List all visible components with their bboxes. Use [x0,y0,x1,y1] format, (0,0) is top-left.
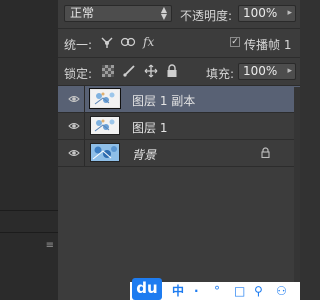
input-lang-icon[interactable]: 中 [172,283,184,299]
layer-divider [84,140,85,166]
layer-name[interactable]: 背景 [132,146,156,163]
unify-style-icon[interactable]: fx [142,34,158,50]
separator [58,28,300,29]
layer-row[interactable]: 图层 1 [58,113,300,140]
blend-mode-select[interactable]: 正常 ▲ ▼ [64,5,172,22]
eye-icon[interactable] [68,148,80,158]
layer-lock-icon [261,147,270,158]
layer-divider [84,113,85,139]
opacity-field[interactable]: 100% ▸ [238,5,296,22]
lock-all-icon[interactable] [166,64,178,78]
select-arrows-icon: ▲ ▼ [160,5,167,21]
half-width-icon[interactable]: ° [214,283,220,299]
panel-grip-icon[interactable]: ≡ [46,240,54,251]
propagate-frame-checkbox[interactable]: ✓ [230,37,240,47]
left-side-panel: ≡ [0,0,59,300]
lock-label: 锁定: [64,67,93,81]
eye-icon[interactable] [68,121,80,131]
opacity-label: 不透明度: [180,9,233,23]
left-divider [0,210,58,211]
blend-mode-value: 正常 [70,6,95,20]
layer-thumbnail [90,116,120,135]
lock-position-icon[interactable] [144,64,158,78]
layer-name[interactable]: 图层 1 副本 [132,92,195,109]
unify-visibility-icon[interactable] [120,35,136,49]
taskbar: du 中 · ° □ ⚲ ⚇ [130,278,300,300]
layer-row[interactable]: 图层 1 副本 [58,86,300,113]
layers-scrollbar[interactable] [294,87,300,300]
opacity-value: 100% [243,6,278,20]
layer-thumbnail [89,88,121,109]
layer-name[interactable]: 图层 1 [132,119,167,136]
layer-row[interactable]: 背景 [58,140,300,167]
separator [58,57,300,58]
layer-divider [84,86,85,112]
lock-transparent-pixels-icon[interactable] [102,65,114,77]
fill-dropdown-icon[interactable]: ▸ [287,64,292,79]
unify-label: 统一: [64,38,93,52]
layers-panel: 正常 ▲ ▼ 不透明度: 100% ▸ 统一: fx ✓ 传播帧 1 锁定: 填… [58,0,300,300]
left-divider [0,232,58,233]
propagate-frame-label: 传播帧 1 [244,38,292,52]
keyboard-icon[interactable]: □ [234,283,245,299]
settings-icon[interactable]: ⚇ [276,283,287,299]
lock-image-pixels-icon[interactable] [122,64,136,78]
punctuation-icon[interactable]: · [194,283,199,299]
eye-icon[interactable] [68,94,80,104]
svg-text:fx: fx [142,35,154,49]
fill-label: 填充: [206,67,235,81]
unify-position-icon[interactable] [100,35,114,49]
opacity-dropdown-icon[interactable]: ▸ [287,6,292,21]
fill-value: 100% [243,64,278,78]
layer-thumbnail [90,143,120,162]
fill-field[interactable]: 100% ▸ [238,63,296,80]
user-icon[interactable]: ⚲ [254,283,263,299]
du-logo-icon[interactable]: du [132,278,162,300]
